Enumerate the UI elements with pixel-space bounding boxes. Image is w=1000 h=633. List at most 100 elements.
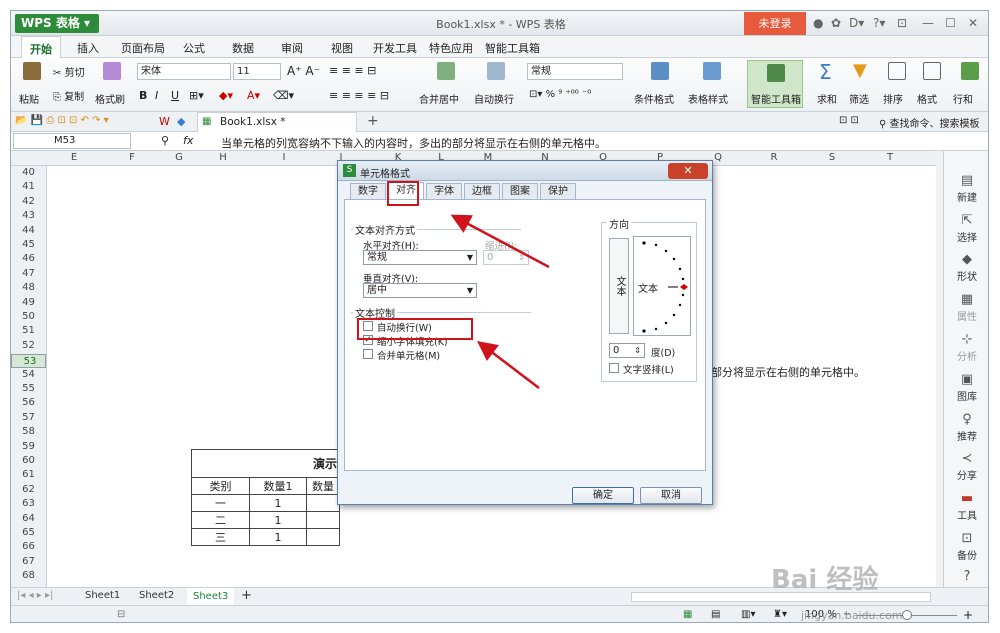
sum-icon[interactable]: Σ [819, 60, 832, 84]
rowcol-icon[interactable] [961, 62, 979, 80]
side-tools[interactable]: ▬ 工具 [944, 491, 988, 522]
filter-button[interactable]: 筛选 [849, 91, 869, 106]
wps-menu-button[interactable]: WPS 表格 ▾ [15, 14, 99, 33]
align-top-icons[interactable]: ≡ ≡ ≡ ⊟ [329, 64, 376, 77]
tab-protection[interactable]: 保护 [540, 183, 576, 199]
format-icon[interactable] [923, 62, 941, 80]
font-color-icon[interactable]: A▾ [247, 89, 260, 102]
brush-icon[interactable] [103, 62, 121, 80]
tab-home[interactable]: 开始 [21, 36, 61, 59]
zoom-in-icon[interactable]: + [963, 608, 973, 622]
row-header[interactable]: 47 [11, 268, 46, 282]
tab-review[interactable]: 审阅 [281, 40, 303, 56]
clear-format-icon[interactable]: ⌫▾ [273, 89, 294, 102]
tab-font[interactable]: 字体 [426, 183, 462, 199]
row-header[interactable]: 66 [11, 541, 46, 555]
row-header[interactable]: 45 [11, 239, 46, 253]
conditional-format-button[interactable]: 条件格式 [634, 91, 674, 106]
copy-button[interactable]: ⎘ 复制 [53, 88, 84, 103]
vertical-align-select[interactable]: 居中 ▼ [363, 283, 477, 298]
row-header[interactable]: 54 [11, 369, 46, 383]
dialog-close-button[interactable]: ✕ [668, 163, 708, 179]
table-style-button[interactable]: 表格样式 [688, 91, 728, 106]
sort-icon[interactable] [888, 62, 906, 80]
orientation-dial[interactable]: 文本 [633, 236, 691, 336]
row-header[interactable]: 68 [11, 570, 46, 584]
column-header[interactable]: E [67, 152, 81, 163]
table-header[interactable]: 类别 [191, 477, 250, 495]
column-header[interactable]: H [216, 152, 230, 163]
tab-page-layout[interactable]: 页面布局 [121, 40, 165, 56]
table-cell[interactable]: 1 [249, 528, 307, 546]
sheet-tab[interactable]: Sheet2 [139, 590, 174, 601]
row-header[interactable]: 52 [11, 340, 46, 354]
row-header[interactable]: 65 [11, 527, 46, 541]
row-header[interactable]: 40 [11, 167, 46, 181]
document-tab[interactable]: ▦ Book1.xlsx * [197, 112, 357, 132]
font-size-select[interactable]: 11 [233, 63, 281, 80]
row-header[interactable]: 46 [11, 253, 46, 267]
cube-icon[interactable]: ◆ [177, 115, 185, 128]
font-grow-icon[interactable]: A⁺ A⁻ [287, 64, 320, 78]
table-cell[interactable]: 1 [249, 494, 307, 512]
sum-button[interactable]: 求和 [817, 91, 837, 106]
feedback-icon[interactable]: D▾ [849, 16, 864, 30]
column-header[interactable]: F [125, 152, 139, 163]
degree-stepper[interactable]: 0 ⇕ [609, 343, 645, 358]
table-cell[interactable] [306, 511, 340, 529]
vertical-text-button[interactable]: 文本 [609, 238, 629, 334]
table-cell[interactable] [306, 528, 340, 546]
add-sheet-icon[interactable]: + [241, 588, 252, 603]
column-header[interactable]: R [767, 152, 781, 163]
row-header[interactable]: 58 [11, 426, 46, 440]
merge-icon[interactable] [437, 62, 455, 80]
row-header[interactable]: 64 [11, 513, 46, 527]
skin-icon[interactable]: ● [813, 16, 823, 30]
new-tab-icon[interactable]: + [367, 113, 379, 129]
fx-button[interactable]: fx [183, 134, 193, 147]
row-header[interactable]: 55 [11, 383, 46, 397]
login-button[interactable]: 未登录 [744, 12, 806, 35]
page-break-view-icon[interactable]: ▥▾ [741, 609, 755, 620]
table-cell[interactable]: 一 [191, 494, 250, 512]
sheet-tab[interactable]: Sheet1 [85, 590, 120, 601]
row-header[interactable]: 53 [11, 354, 46, 369]
table-header[interactable]: 数量1 [249, 477, 307, 495]
table-cell[interactable]: 二 [191, 511, 250, 529]
wps-logo-icon[interactable]: W [159, 115, 170, 128]
name-box[interactable]: M53 [13, 133, 131, 149]
column-header[interactable]: T [883, 152, 897, 163]
font-name-select[interactable]: 宋体 [137, 63, 231, 80]
row-header[interactable]: 42 [11, 196, 46, 210]
row-header[interactable]: 41 [11, 181, 46, 195]
formula-content[interactable]: 当单元格的列宽容纳不下输入的内容时，多出的部分将显示在右侧的单元格中。 [221, 135, 606, 151]
vertical-stack-checkbox[interactable] [609, 363, 619, 373]
column-header[interactable]: I [277, 152, 291, 163]
side-new[interactable]: ▤ 新建 [944, 173, 988, 204]
tab-formula[interactable]: 公式 [183, 40, 205, 56]
table-cell[interactable] [306, 494, 340, 512]
format-button[interactable]: 格式 [917, 91, 937, 106]
row-header[interactable]: 48 [11, 282, 46, 296]
wrap-text-button[interactable]: 自动换行 [474, 91, 514, 106]
column-header[interactable]: S [825, 152, 839, 163]
paste-icon[interactable] [23, 62, 41, 80]
conditional-format-icon[interactable] [651, 62, 669, 80]
horizontal-align-select[interactable]: 常规 ▼ [363, 250, 477, 265]
tab-data[interactable]: 数据 [232, 40, 254, 56]
side-share[interactable]: ≺ 分享 [944, 451, 988, 482]
vertical-scrollbar[interactable] [936, 151, 943, 587]
merge-center-button[interactable]: 合并居中 [419, 91, 459, 106]
row-header[interactable]: 59 [11, 441, 46, 455]
paste-button[interactable]: 粘贴 [19, 91, 39, 106]
minimize-icon[interactable]: — [922, 16, 934, 30]
tab-view[interactable]: 视图 [331, 40, 353, 56]
cancel-button[interactable]: 取消 [640, 487, 702, 504]
normal-view-icon[interactable]: ▦ [683, 609, 692, 620]
number-format-select[interactable]: 常规 [527, 63, 623, 80]
side-gallery[interactable]: ▣ 图库 [944, 372, 988, 403]
row-header[interactable]: 62 [11, 484, 46, 498]
rowcol-button[interactable]: 行和 [953, 91, 973, 106]
maximize-icon[interactable]: ☐ [945, 16, 956, 30]
quick-access-icons[interactable]: 📂 💾 ⎙ ⊡ ⊡ ↶ ↷ ▾ [15, 115, 109, 126]
